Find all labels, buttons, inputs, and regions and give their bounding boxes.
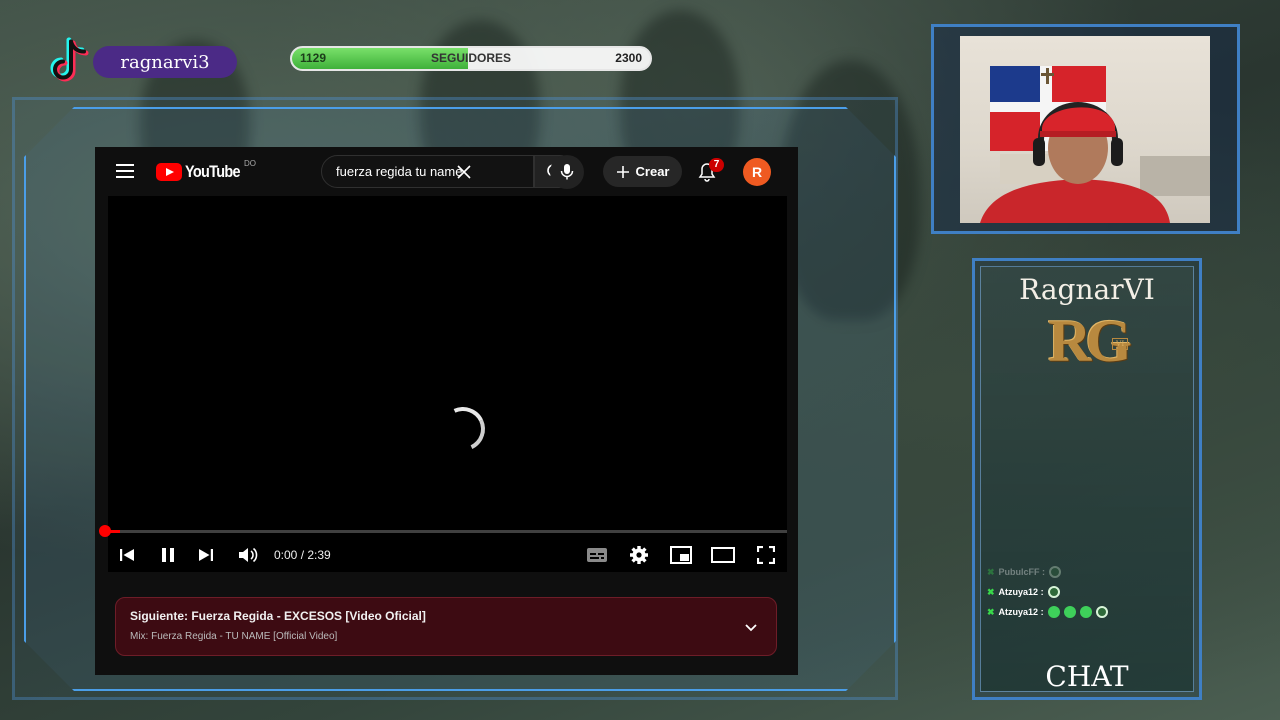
fullscreen-icon[interactable]	[754, 543, 778, 567]
clear-search-icon[interactable]	[453, 161, 475, 183]
up-next-subtitle: Mix: Fuerza Regida - TU NAME [Official V…	[130, 631, 338, 642]
video-player[interactable]	[108, 196, 787, 572]
hamburger-menu-icon[interactable]	[115, 161, 135, 181]
search-input[interactable]: fuerza regida tu name	[321, 155, 534, 188]
chat-message: ✖ PubulcFF :	[987, 563, 1192, 581]
subtitles-icon[interactable]	[585, 543, 609, 567]
chevron-down-icon[interactable]	[742, 618, 762, 638]
follower-count: 1129	[300, 51, 327, 65]
youtube-play-icon	[156, 163, 182, 181]
moderator-icon: ✖	[987, 566, 995, 577]
emote-icon	[1063, 606, 1076, 618]
voice-search-button[interactable]	[550, 155, 584, 189]
youtube-logo-text: YouTube	[185, 162, 241, 181]
chat-username: Atzuya12 :	[998, 607, 1044, 617]
pause-icon[interactable]	[156, 543, 180, 567]
chat-message: ✖ Atzuya12 :	[987, 583, 1192, 601]
settings-gear-icon[interactable]	[627, 543, 651, 567]
up-next-card[interactable]: Siguiente: Fuerza Regida - EXCESOS [Vide…	[115, 597, 777, 656]
create-button[interactable]: Crear	[603, 156, 682, 187]
video-time-display: 0:00 / 2:39	[274, 548, 331, 562]
moderator-icon: ✖	[987, 586, 995, 597]
chat-message: ✖ Atzuya12 :	[987, 603, 1192, 621]
emote-icon	[1047, 606, 1060, 618]
channel-emblem-badge: VI	[1112, 338, 1128, 350]
create-button-label: Crear	[635, 164, 670, 179]
youtube-logo[interactable]: YouTube DO	[156, 159, 256, 183]
tiktok-icon	[44, 36, 90, 86]
loading-spinner-icon	[434, 400, 492, 458]
next-icon[interactable]	[194, 543, 218, 567]
webcam-feed	[960, 36, 1210, 223]
chat-username: Atzuya12 :	[998, 587, 1044, 597]
avatar[interactable]: R	[743, 158, 771, 186]
emote-icon	[1049, 566, 1062, 578]
notification-count-badge: 7	[709, 158, 724, 172]
emote-icon	[1095, 606, 1108, 618]
theater-mode-icon[interactable]	[711, 543, 735, 567]
video-progress-bar[interactable]	[108, 530, 787, 533]
chat-username: PubulcFF :	[998, 567, 1046, 577]
youtube-header: YouTube DO fuerza regida tu name Crear 7…	[95, 147, 798, 195]
emote-icon	[1047, 586, 1060, 598]
video-scrubber-handle[interactable]	[99, 525, 111, 537]
follower-target: 2300	[615, 51, 642, 65]
up-next-title: Siguiente: Fuerza Regida - EXCESOS [Vide…	[130, 609, 426, 623]
volume-icon[interactable]	[236, 543, 260, 567]
tiktok-username: ragnarvi3	[93, 46, 237, 78]
country-code: DO	[244, 159, 256, 168]
microphone-icon	[560, 164, 574, 180]
miniplayer-icon[interactable]	[669, 543, 693, 567]
moderator-icon: ✖	[987, 606, 995, 617]
chat-label: CHAT	[1045, 660, 1129, 693]
previous-icon[interactable]	[115, 543, 139, 567]
youtube-window: YouTube DO fuerza regida tu name Crear 7…	[95, 147, 798, 675]
channel-brand-name: RagnarVI	[1019, 273, 1155, 306]
emote-icon	[1079, 606, 1092, 618]
follower-goal-bar: SEGUIDORES 1129 2300	[290, 46, 652, 71]
follower-goal-label: SEGUIDORES	[430, 51, 511, 65]
plus-icon	[616, 165, 629, 178]
